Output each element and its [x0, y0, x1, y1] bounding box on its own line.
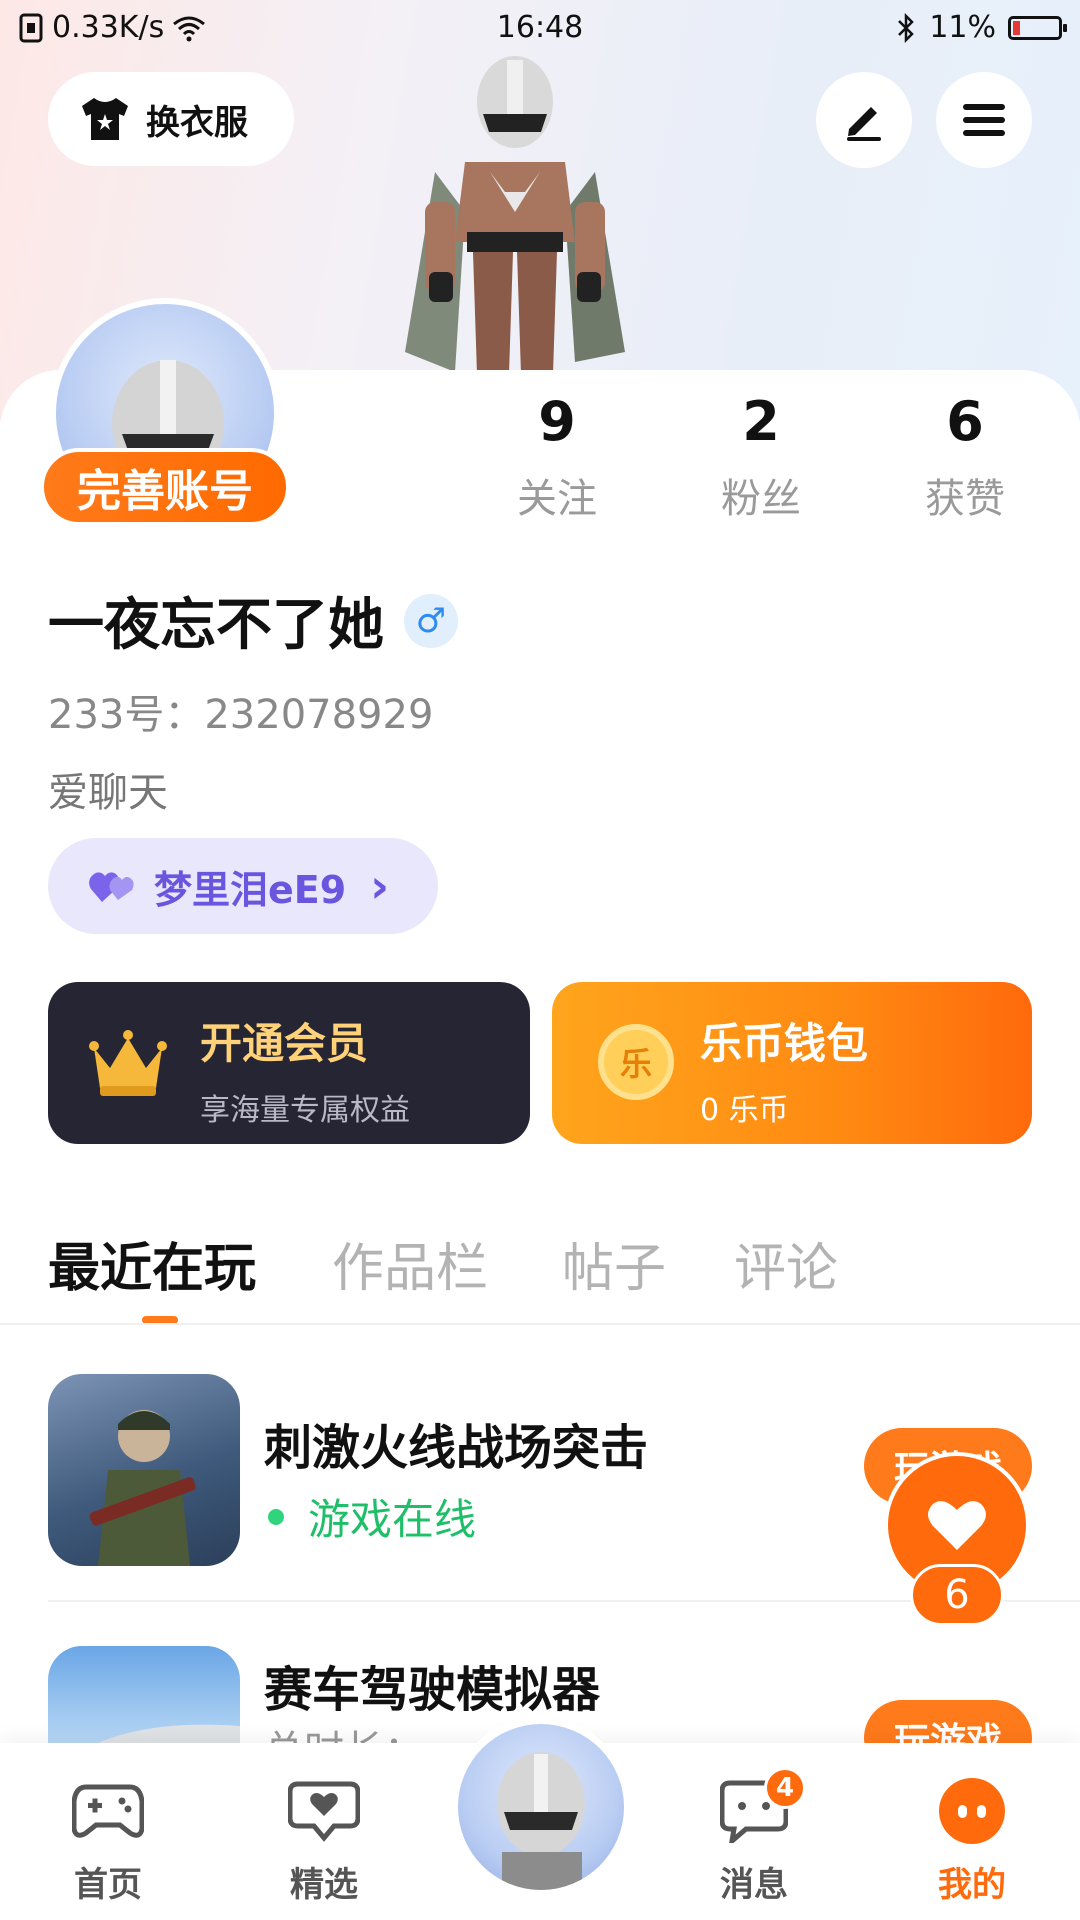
game-title-1[interactable]: 刺激火线战场突击 [264, 1408, 648, 1478]
game-status-label-1: 游戏在线 [308, 1495, 477, 1544]
chevron-right-icon: › [370, 859, 390, 913]
tab-posts[interactable]: 帖子 [562, 1226, 666, 1301]
messages-badge: 4 [764, 1767, 806, 1809]
male-gender-icon: ♂ [404, 593, 458, 648]
nav-me-label: 我的 [938, 1865, 1006, 1905]
tab-recently-played[interactable]: 最近在玩 [48, 1226, 256, 1301]
change-outfit-label: 换衣服 [146, 102, 248, 143]
gamepad-icon [72, 1784, 144, 1838]
nickname: 一夜忘不了她 [48, 593, 384, 658]
online-dot-icon [268, 1508, 284, 1525]
heart-icon [928, 1501, 986, 1550]
shirt-icon [82, 98, 128, 140]
stat-following[interactable]: 9 关注 [482, 392, 632, 524]
nav-messages-label: 消息 [720, 1865, 788, 1905]
game-icon-modern-siege[interactable] [48, 1374, 240, 1566]
game-title-2[interactable]: 赛车驾驶模拟器 [264, 1650, 600, 1720]
like-count-badge: 6 [910, 1564, 1004, 1626]
heart-chat-icon [288, 1781, 360, 1842]
edit-profile-button[interactable] [816, 72, 912, 168]
tab-works[interactable]: 作品栏 [332, 1226, 488, 1301]
nav-featured-label: 精选 [290, 1865, 358, 1905]
stat-likes[interactable]: 6 获赞 [890, 392, 1040, 524]
following-count: 9 [538, 390, 576, 453]
crown-icon [89, 1030, 167, 1096]
wallet-title: 乐币钱包 [700, 1019, 869, 1068]
character-avatar-figure[interactable] [395, 52, 635, 374]
guild-name: 梦里泪eE9 [154, 867, 347, 912]
followers-count: 2 [742, 390, 780, 453]
nickname-row: 一夜忘不了她 ♂ [48, 580, 458, 661]
nav-featured[interactable]: 精选 [254, 1773, 394, 1906]
likes-count: 6 [946, 390, 984, 453]
followers-label: 粉丝 [721, 476, 801, 522]
menu-button[interactable] [936, 72, 1032, 168]
vip-title: 开通会员 [200, 1019, 369, 1068]
edit-icon [847, 107, 881, 141]
vip-membership-card[interactable]: 开通会员 享海量专属权益 [48, 982, 530, 1144]
coin-wallet-card[interactable]: 乐 乐币钱包 0 乐币 [552, 982, 1032, 1144]
battery-icon [1008, 15, 1067, 40]
likes-label: 获赞 [925, 476, 1005, 522]
following-label: 关注 [517, 476, 597, 522]
nav-home-label: 首页 [74, 1865, 142, 1905]
wallet-balance: 0 乐币 [700, 1093, 789, 1128]
complete-account-button[interactable]: 完善账号 [40, 448, 290, 526]
nav-center-avatar[interactable] [458, 1724, 624, 1890]
bluetooth-icon [898, 12, 915, 43]
nav-me[interactable]: 我的 [902, 1773, 1042, 1906]
user-id[interactable]: 233号：232078929 [48, 682, 433, 740]
nav-home[interactable]: 首页 [38, 1773, 178, 1906]
menu-icon [963, 104, 1005, 136]
bio: 爱聊天 [48, 770, 168, 816]
game-status-1: 游戏在线 [268, 1486, 476, 1547]
guild-button[interactable]: 梦里泪eE9 › [48, 838, 438, 934]
battery-percent: 11% [929, 10, 996, 45]
soldier-icon [89, 1410, 196, 1566]
status-bar: 0.33K/s 16:48 11% [0, 0, 1080, 58]
double-heart-icon [89, 872, 134, 902]
helmet-avatar-icon [497, 1752, 585, 1890]
nav-messages[interactable]: 4 消息 [684, 1767, 824, 1906]
coin-icon: 乐 [598, 1024, 674, 1100]
change-outfit-button[interactable]: 换衣服 [48, 72, 294, 166]
vip-subtitle: 享海量专属权益 [200, 1093, 410, 1128]
stat-followers[interactable]: 2 粉丝 [686, 392, 836, 524]
tab-comments[interactable]: 评论 [734, 1226, 838, 1301]
tabs-divider [0, 1323, 1080, 1325]
profile-face-icon [939, 1778, 1005, 1844]
